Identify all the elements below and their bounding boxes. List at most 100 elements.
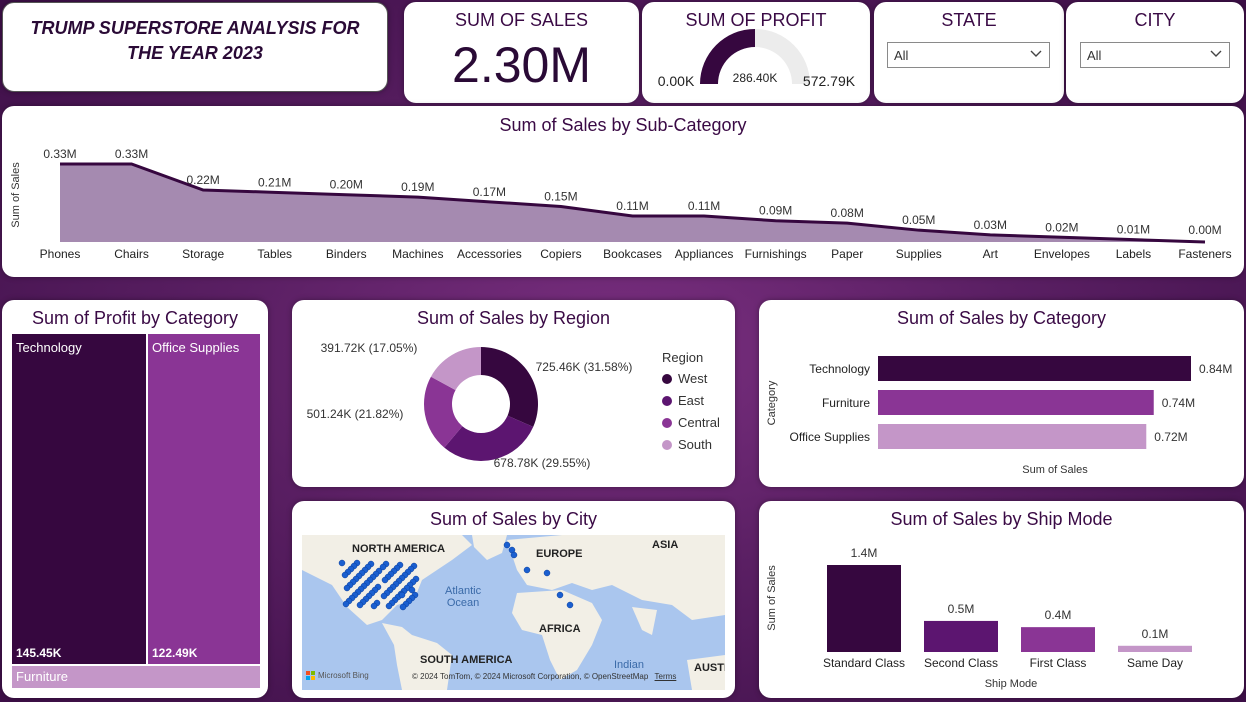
- city-marker: [338, 559, 346, 567]
- legend-dot-icon: [662, 439, 672, 450]
- region-legend-label: Central: [678, 415, 720, 430]
- subcategory-data-label: 0.20M: [330, 178, 363, 192]
- atlantic-label: Atlantic: [445, 585, 482, 597]
- ship-mode-card: Sum of Sales by Ship Mode Sum of Sales S…: [759, 501, 1244, 698]
- map-label-south-america: SOUTH AMERICA: [420, 654, 513, 666]
- subcategory-data-label: 0.03M: [974, 218, 1007, 232]
- category-data-label: 0.74M: [1162, 396, 1195, 410]
- map-label-indian: Indian: [614, 659, 644, 671]
- treemap-tile-office-supplies[interactable]: Office Supplies 122.49K: [148, 334, 260, 664]
- ship-mode-bar[interactable]: [924, 620, 998, 652]
- subcategory-chart-card: Sum of Sales by Sub-Category Sum of Sale…: [2, 106, 1244, 277]
- city-marker: [342, 600, 350, 608]
- map-label-asia: ASIA: [652, 539, 679, 551]
- map-terms-link[interactable]: Terms: [655, 672, 677, 681]
- subcategory-data-label: 0.02M: [1045, 220, 1078, 234]
- city-marker: [356, 601, 364, 609]
- chevron-down-icon: [1029, 46, 1043, 65]
- subcategory-tick-label: Envelopes: [1034, 247, 1090, 261]
- donut-slice-west[interactable]: [481, 347, 538, 427]
- profit-treemap: Technology 145.45K Office Supplies 122.49K F…: [12, 334, 260, 688]
- region-legend-label: East: [678, 393, 705, 408]
- city-marker: [343, 584, 351, 592]
- city-marker: [510, 551, 518, 559]
- city-marker: [503, 541, 511, 549]
- subcategory-tick-label: Phones: [40, 247, 81, 261]
- treemap-tile-technology[interactable]: Technology 145.45K: [12, 334, 146, 664]
- city-map-title: Sum of Sales by City: [429, 509, 598, 529]
- ship-mode-bar[interactable]: [1118, 645, 1192, 652]
- category-bar[interactable]: [878, 390, 1154, 415]
- ship-mode-bar-chart: Sum of Sales Ship Mode 1.4M Standard Clas…: [766, 546, 1192, 690]
- world-map[interactable]: NORTH AMERICA EUROPE ASIA AFRICA SOUTH A…: [302, 535, 725, 690]
- map-copyright-text: © 2024 TomTom, © 2024 Microsoft Corporat…: [412, 672, 649, 681]
- sales-category-bar-chart: Category Sum of Sales Technology 0.84M Fur…: [766, 356, 1232, 476]
- subcategory-tick-label: Chairs: [114, 247, 149, 261]
- ship-mode-bar[interactable]: [827, 565, 901, 652]
- subcategory-tick-label: Storage: [182, 247, 224, 261]
- state-dropdown[interactable]: All: [887, 42, 1050, 68]
- city-marker: [399, 603, 407, 611]
- region-legend-label: South: [678, 437, 712, 452]
- ship-mode-tick-label: First Class: [1030, 656, 1087, 670]
- category-tick-label: Office Supplies: [790, 430, 871, 444]
- subcategory-data-label: 0.00M: [1188, 223, 1221, 237]
- category-data-label: 0.72M: [1154, 430, 1187, 444]
- ship-mode-data-label: 0.5M: [948, 602, 975, 616]
- city-marker: [341, 571, 349, 579]
- region-legend-item[interactable]: South: [662, 437, 720, 452]
- title-card: TRUMP SUPERSTORE ANALYSIS FOR THE YEAR 2…: [2, 2, 388, 92]
- ship-mode-tick-label: Second Class: [924, 656, 998, 670]
- sales-kpi-value: 2.30M: [452, 37, 591, 93]
- city-marker: [370, 602, 378, 610]
- category-bar[interactable]: [878, 424, 1147, 449]
- subcategory-tick-label: Appliances: [675, 247, 734, 261]
- treemap-tile-furniture[interactable]: Furniture: [12, 666, 260, 688]
- city-marker: [398, 591, 406, 599]
- city-marker: [566, 601, 574, 609]
- world-map-land: [302, 535, 725, 690]
- gauge-value-label: 286.40K: [733, 71, 778, 85]
- treemap-tile-label: Technology: [16, 340, 82, 355]
- subcategory-data-label: 0.15M: [544, 190, 577, 204]
- sales-kpi-card: SUM OF SALES 2.30M: [404, 2, 639, 103]
- ship-mode-tick-label: Same Day: [1127, 656, 1183, 670]
- region-legend-item[interactable]: Central: [662, 415, 720, 430]
- map-label-north-america: NORTH AMERICA: [352, 543, 446, 555]
- subcategory-data-label: 0.11M: [688, 199, 720, 213]
- subcategory-tick-label: Furnishings: [745, 247, 807, 261]
- subcategory-y-axis-title: Sum of Sales: [10, 162, 22, 228]
- subcategory-tick-label: Paper: [831, 247, 863, 261]
- city-marker: [379, 563, 387, 571]
- region-legend-item[interactable]: East: [662, 393, 720, 408]
- category-bar[interactable]: [878, 356, 1191, 381]
- donut-data-label: 678.78K (29.55%): [494, 456, 591, 470]
- ship-mode-data-label: 0.4M: [1045, 608, 1072, 622]
- ocean-label: Ocean: [446, 597, 480, 609]
- region-legend-title: Region: [662, 350, 704, 365]
- subcategory-tick-label: Machines: [392, 247, 443, 261]
- sales-category-y-axis-title: Category: [766, 380, 778, 425]
- subcategory-data-label: 0.05M: [902, 213, 935, 227]
- region-legend: Region West East Central South: [662, 350, 720, 459]
- gauge-max-label: 572.79K: [803, 73, 856, 89]
- subcategory-tick-label: Binders: [326, 247, 367, 261]
- profit-gauge: 286.40K 0.00K 572.79K: [658, 29, 856, 89]
- ship-mode-tick-label: Standard Class: [823, 656, 905, 670]
- city-dropdown[interactable]: All: [1080, 42, 1230, 68]
- donut-data-label: 725.46K (31.58%): [536, 360, 633, 374]
- treemap-tile-label: Office Supplies: [152, 340, 240, 355]
- subcategory-data-label: 0.21M: [258, 175, 291, 189]
- category-data-label: 0.84M: [1199, 362, 1232, 376]
- legend-dot-icon: [662, 417, 672, 428]
- ship-mode-bar[interactable]: [1021, 627, 1095, 652]
- region-legend-item[interactable]: West: [662, 371, 720, 386]
- subcategory-data-label: 0.33M: [115, 147, 148, 161]
- subcategory-data-label: 0.08M: [831, 206, 864, 220]
- category-tick-label: Furniture: [822, 396, 870, 410]
- profit-kpi-card: SUM OF PROFIT 286.40K 0.00K 572.79K: [642, 2, 870, 103]
- city-marker: [523, 566, 531, 574]
- subcategory-data-label: 0.17M: [473, 185, 506, 199]
- city-filter-title: CITY: [1134, 10, 1176, 30]
- gauge-min-label: 0.00K: [658, 73, 695, 89]
